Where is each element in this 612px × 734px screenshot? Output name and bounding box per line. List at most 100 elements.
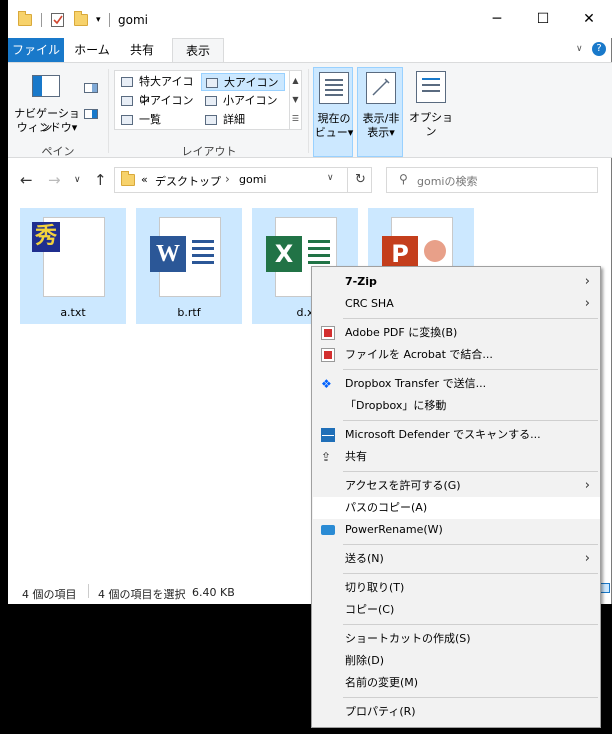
breadcrumb-overflow[interactable]: «: [141, 173, 148, 186]
menu-item-cut[interactable]: 切り取り(T): [313, 577, 600, 599]
menu-item-access[interactable]: アクセスを許可する(G) ›: [313, 475, 600, 497]
menu-item-power-rename[interactable]: PowerRename(W): [313, 519, 600, 541]
window-title: gomi: [118, 13, 148, 27]
help-icon[interactable]: ?: [592, 42, 606, 56]
customize-toolbar-icon[interactable]: ▾: [96, 15, 101, 25]
menu-label: コピー(C): [345, 603, 395, 616]
ribbon-collapse-icon[interactable]: ∨: [576, 44, 583, 54]
menu-item-dropbox-move[interactable]: 「Dropbox」に移動: [313, 395, 600, 417]
menu-item-defender[interactable]: Microsoft Defender でスキャンする...: [313, 424, 600, 446]
tab-home[interactable]: ホーム: [68, 38, 116, 62]
quick-access-toolbar: ▾: [18, 11, 110, 27]
menu-label: ファイルを Acrobat で結合...: [345, 348, 493, 361]
ribbon-separator: [308, 69, 309, 153]
maximize-button[interactable]: ☐: [520, 0, 566, 38]
ribbon-tabs: ファイル ホーム 共有 表示 ∨ ?: [8, 38, 612, 63]
tab-view[interactable]: 表示: [172, 38, 224, 63]
menu-label: アクセスを許可する(G): [345, 479, 461, 492]
show-hide-label-2: 表示▾: [367, 126, 395, 139]
forward-arrow-icon[interactable]: →: [48, 171, 61, 189]
small-icons-icon: [205, 96, 217, 106]
menu-item-adobe-pdf[interactable]: Adobe PDF に変換(B): [313, 322, 600, 344]
layout-gallery: 特大アイコン 大アイコン 中アイコン 小アイコン 一覧 詳細 ▲ ▼ ☰: [114, 70, 302, 130]
divider: [88, 584, 89, 598]
menu-item-copy[interactable]: コピー(C): [313, 599, 600, 621]
current-view-icon: [319, 72, 349, 104]
layout-details[interactable]: 詳細: [201, 111, 285, 129]
breadcrumb-desktop[interactable]: デスクトップ: [155, 173, 221, 189]
search-placeholder: gomiの検索: [417, 175, 478, 188]
show-hide-button[interactable]: 表示/非 表示▾: [357, 67, 403, 157]
large-icons-view-toggle-icon[interactable]: [600, 583, 610, 593]
layout-extra-large-icons[interactable]: 特大アイコン: [117, 73, 201, 106]
layout-list-label: 一覧: [139, 113, 161, 126]
file-item-rtf[interactable]: W b.rtf: [136, 208, 242, 324]
menu-item-dropbox-transfer[interactable]: ❖ Dropbox Transfer で送信...: [313, 373, 600, 395]
menu-label: 「Dropbox」に移動: [345, 399, 447, 412]
navigation-bar: ← → ∨ ↑ « デスクトップ › gomi ∨ ↻ ⚲ gomiの検索: [8, 158, 612, 202]
show-hide-label-1: 表示/非: [362, 112, 400, 125]
menu-label: 削除(D): [345, 654, 385, 667]
menu-item-delete[interactable]: 削除(D): [313, 650, 600, 672]
tab-file[interactable]: ファイル: [8, 38, 64, 62]
menu-separator: [343, 624, 598, 625]
tab-share[interactable]: 共有: [122, 38, 162, 62]
up-arrow-icon[interactable]: ↑: [94, 171, 107, 189]
navigation-pane-button[interactable]: ナビゲーション ウィンドウ▾: [12, 69, 80, 139]
navigation-pane-icon: [32, 75, 60, 97]
menu-item-properties[interactable]: プロパティ(R): [313, 701, 600, 723]
back-arrow-icon[interactable]: ←: [20, 171, 33, 189]
menu-item-crc-sha[interactable]: CRC SHA ›: [313, 293, 600, 315]
menu-item-7zip[interactable]: 7-Zip ›: [313, 271, 600, 293]
menu-item-send-to[interactable]: 送る(N) ›: [313, 548, 600, 570]
close-button[interactable]: ✕: [566, 0, 612, 38]
menu-separator: [343, 544, 598, 545]
menu-label: PowerRename(W): [345, 523, 443, 536]
details-icon: [205, 115, 217, 125]
search-box[interactable]: ⚲ gomiの検索: [386, 167, 598, 193]
address-bar[interactable]: « デスクトップ › gomi ∨ ↻: [114, 167, 372, 193]
layout-small-icons[interactable]: 小アイコン: [201, 92, 285, 110]
current-view-button[interactable]: 現在の ビュー▾: [313, 67, 353, 157]
search-icon: ⚲: [399, 172, 408, 186]
menu-label: パスのコピー(A): [345, 501, 428, 514]
title-bar: ▾ gomi ─ ☐ ✕: [8, 0, 612, 38]
menu-label: 名前の変更(M): [345, 676, 419, 689]
layout-details-label: 詳細: [223, 113, 245, 126]
menu-item-share[interactable]: ⇪ 共有: [313, 446, 600, 468]
layout-medium-icons[interactable]: 中アイコン: [117, 92, 201, 110]
menu-item-copy-path[interactable]: パスのコピー(A): [313, 497, 600, 519]
panes-group-label: ペイン: [41, 145, 75, 158]
menu-label: 7-Zip: [345, 275, 377, 288]
menu-item-acrobat-combine[interactable]: ファイルを Acrobat で結合...: [313, 344, 600, 366]
menu-label: CRC SHA: [345, 297, 394, 310]
layout-list[interactable]: 一覧: [117, 111, 201, 129]
menu-label: 共有: [345, 450, 367, 463]
menu-item-rename[interactable]: 名前の変更(M): [313, 672, 600, 694]
power-rename-icon: [321, 525, 335, 535]
breadcrumb-separator[interactable]: ›: [225, 172, 230, 186]
menu-separator: [343, 471, 598, 472]
layout-large-icons[interactable]: 大アイコン: [201, 73, 285, 91]
preview-pane-icon[interactable]: [84, 83, 98, 93]
show-hide-icon: [366, 72, 396, 104]
properties-check-icon[interactable]: [51, 13, 64, 27]
layout-scroll[interactable]: ▲ ▼ ☰: [289, 71, 301, 129]
word-file-icon: W: [150, 217, 221, 297]
minimize-button[interactable]: ─: [474, 0, 520, 38]
new-folder-icon[interactable]: [74, 11, 88, 26]
options-button[interactable]: オプション: [406, 67, 456, 138]
refresh-icon[interactable]: ↻: [347, 168, 373, 192]
adobe-pdf-icon: [321, 326, 335, 340]
details-pane-icon[interactable]: [84, 109, 98, 119]
breadcrumb-gomi[interactable]: gomi: [239, 173, 266, 186]
file-item-txt[interactable]: 秀 a.txt: [20, 208, 126, 324]
current-view-label-1: 現在の: [317, 112, 351, 125]
menu-item-create-shortcut[interactable]: ショートカットの作成(S): [313, 628, 600, 650]
ribbon-separator: [108, 69, 109, 153]
menu-label: 送る(N): [345, 552, 384, 565]
recent-locations-icon[interactable]: ∨: [74, 175, 81, 185]
address-dropdown-icon[interactable]: ∨: [327, 173, 334, 183]
file-name: b.rtf: [177, 306, 201, 319]
divider: [41, 13, 42, 27]
